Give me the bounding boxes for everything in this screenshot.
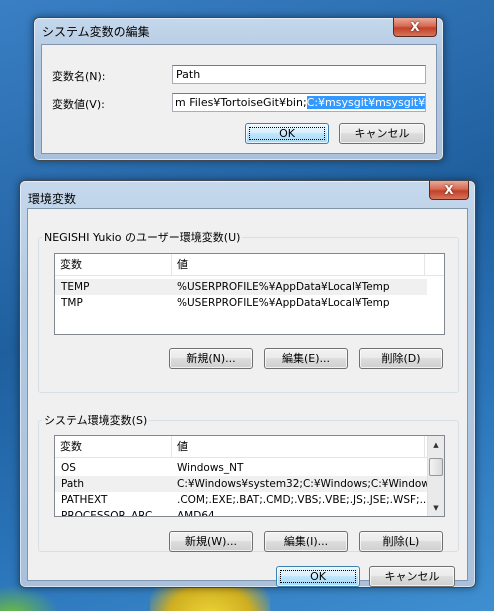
variable-name: Path [61,478,85,490]
user-variables-group-title: NEGISHI Yukio のユーザー環境変数(U) [42,229,243,245]
window-title: システム変数の編集 [42,25,150,39]
cancel-button[interactable]: キャンセル [369,566,455,587]
ok-button[interactable]: OK [276,566,360,587]
list-header: 変数 値 [55,436,429,458]
variable-value: C:¥Windows¥system32;C:¥Windows;C:¥Window… [177,478,427,490]
user-variables-list[interactable]: 変数 値 TEMP %USERPROFILE%¥AppData¥Local¥Te… [54,253,445,335]
column-header-value[interactable]: 値 [172,254,425,276]
desktop-wallpaper-leaf [0,585,60,611]
scroll-thumb[interactable] [429,458,443,476]
scroll-down-icon[interactable]: ▼ [428,499,444,516]
variable-name: TMP [61,297,83,309]
close-icon: X [444,183,454,197]
user-new-button[interactable]: 新規(N)... [169,348,253,369]
variable-value: %USERPROFILE%¥AppData¥Local¥Temp [177,297,390,309]
list-row[interactable]: OS Windows_NT [55,460,428,476]
variable-value-field[interactable]: m Files¥TortoiseGit¥bin;C:¥msysgit¥msysg… [172,93,426,112]
variable-name: OS [61,462,76,474]
variable-name-label: 変数名(N): [52,70,106,83]
system-edit-button[interactable]: 編集(I)... [264,531,348,552]
list-row[interactable]: PATHEXT .COM;.EXE;.BAT;.CMD;.VBS;.VBE;.J… [55,492,428,508]
edit-system-variable-window: システム変数の編集 X 変数名(N): Path 変数値(V): m Files… [33,17,444,161]
variable-value-text: m Files¥TortoiseGit¥bin; [175,96,307,109]
scroll-up-icon[interactable]: ▲ [428,436,444,453]
variable-name: TEMP [61,281,90,293]
variable-name: PROCESSOR_ARC... [61,510,163,517]
window-title: 環境変数 [28,192,77,206]
list-row[interactable]: TMP %USERPROFILE%¥AppData¥Local¥Temp [55,295,427,311]
variable-value-selection: C:¥msysgit¥msysgit¥bin [306,96,425,109]
dialog-client-area: 変数名(N): Path 変数値(V): m Files¥TortoiseGit… [41,44,437,154]
variable-value: Windows_NT [177,462,244,474]
variable-value: AMD64 [177,510,215,517]
column-header-name[interactable]: 変数 [55,436,172,458]
vertical-scrollbar[interactable]: ▲ ▼ [427,436,444,516]
system-new-button[interactable]: 新規(W)... [169,531,253,552]
list-row[interactable]: TEMP %USERPROFILE%¥AppData¥Local¥Temp [55,279,427,295]
cancel-button[interactable]: キャンセル [339,123,425,144]
close-button[interactable]: X [429,181,469,200]
list-row[interactable]: PROCESSOR_ARC... AMD64 [55,508,428,517]
system-variables-group-title: システム環境変数(S) [42,412,150,428]
user-delete-button[interactable]: 削除(D) [359,348,443,369]
variable-value: .COM;.EXE;.BAT;.CMD;.VBS;.VBE;.JS;.JSE;.… [177,494,427,506]
list-row[interactable]: Path C:¥Windows¥system32;C:¥Windows;C:¥W… [55,476,428,492]
variable-value: %USERPROFILE%¥AppData¥Local¥Temp [177,281,390,293]
user-edit-button[interactable]: 編集(E)... [264,348,348,369]
variable-name: PATHEXT [61,494,108,506]
column-header-name[interactable]: 変数 [55,254,172,276]
ok-button[interactable]: OK [245,123,329,144]
list-header: 変数 値 [55,254,444,276]
close-icon: X [410,20,420,34]
system-delete-button[interactable]: 削除(L) [359,531,443,552]
variable-name-field[interactable]: Path [172,65,426,84]
column-header-value[interactable]: 値 [172,436,425,458]
system-variables-list[interactable]: 変数 値 OS Windows_NT Path C:¥Windows¥syste… [54,435,445,517]
close-button[interactable]: X [393,18,437,37]
dialog-client-area: NEGISHI Yukio のユーザー環境変数(U) 変数 値 TEMP %US… [27,208,468,587]
environment-variables-window: 環境変数 X NEGISHI Yukio のユーザー環境変数(U) 変数 値 T… [19,180,476,588]
variable-value-label: 変数値(V): [52,98,105,111]
